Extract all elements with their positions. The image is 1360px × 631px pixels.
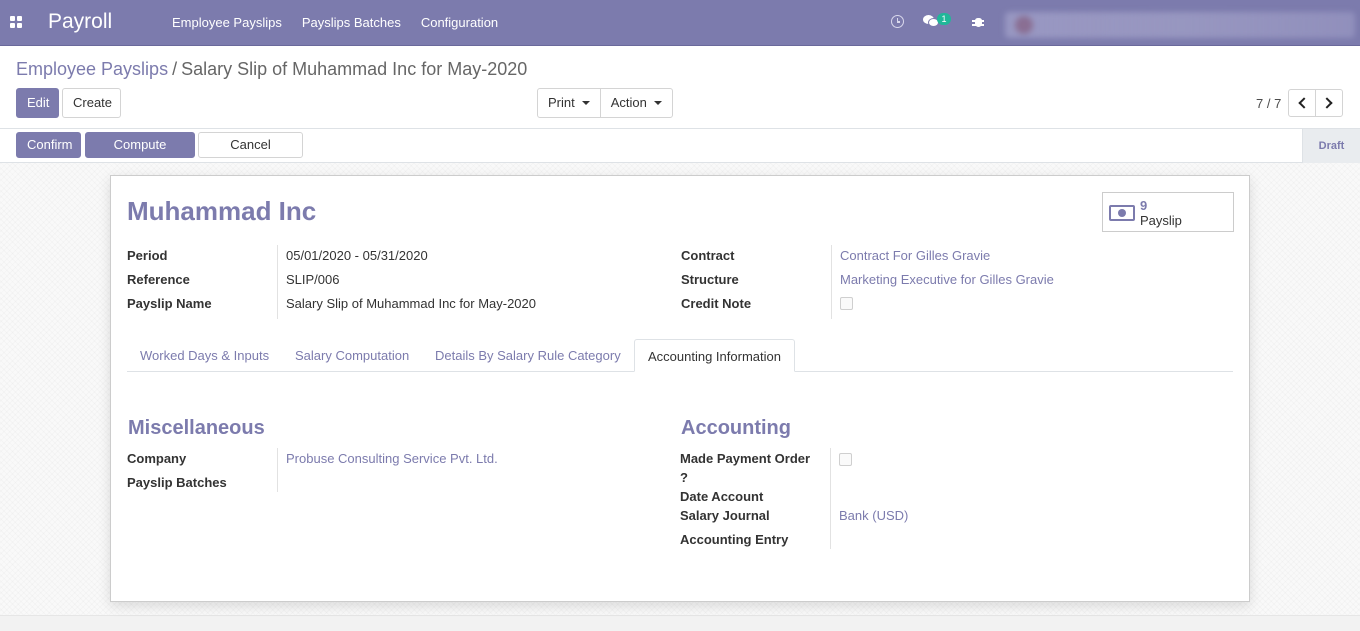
app-brand[interactable]: Payroll [48,10,112,34]
clock-icon[interactable] [891,15,904,28]
divider [277,448,278,492]
tab-details-by-category[interactable]: Details By Salary Rule Category [422,339,634,372]
menu-configuration[interactable]: Configuration [411,0,508,46]
period-label: Period [127,248,168,263]
bottom-strip [0,615,1360,631]
breadcrumb-parent[interactable]: Employee Payslips [16,59,168,79]
create-button[interactable]: Create [62,88,121,118]
messages-badge: 1 [937,13,951,25]
apps-icon[interactable] [10,16,22,28]
accounting-entry-label: Accounting Entry [680,532,789,547]
pager-value[interactable]: 7 / 7 [1256,96,1281,111]
divider [277,245,278,319]
edit-button[interactable]: Edit [16,88,59,118]
payslip-name-value[interactable]: Salary Slip of Muhammad Inc for May-2020 [286,296,536,311]
contract-link[interactable]: Contract For Gilles Gravie [840,248,990,263]
made-payment-order-label: Made Payment Order [680,451,811,466]
company-label: Company [127,451,187,466]
made-payment-order-label-cont: ? [680,470,688,485]
chevron-left-icon [1298,97,1310,109]
payslip-count: 9 [1140,198,1148,213]
structure-link[interactable]: Marketing Executive for Gilles Gravie [840,272,1054,287]
tab-salary-computation[interactable]: Salary Computation [282,339,422,372]
bug-icon[interactable] [972,15,984,28]
menu-payslips-batches[interactable]: Payslips Batches [292,0,411,46]
accounting-title: Accounting [681,417,791,439]
payslip-stat-label: Payslip [1140,213,1182,228]
control-panel: Employee Payslips / Salary Slip of Muhamma… [0,46,1360,129]
period-value[interactable]: 05/01/2020 - 05/31/2020 [286,248,428,263]
breadcrumb-separator: / [172,59,178,79]
compute-sheet-button[interactable]: Compute Sheet [85,132,195,176]
company-link[interactable]: Probuse Consulting Service Pvt. Ltd. [286,451,498,466]
print-dropdown[interactable]: Print [538,89,600,117]
structure-label: Structure [681,272,739,287]
employee-name[interactable]: Muhammad Inc [127,196,316,227]
tab-worked-days[interactable]: Worked Days & Inputs [127,339,282,372]
status-draft[interactable]: Draft [1302,129,1360,163]
sidebar-dropdowns: Print Action [537,88,673,118]
form-sheet: 9 Payslip Muhammad Inc Period Reference … [110,175,1250,602]
made-payment-order-checkbox[interactable] [839,453,852,466]
chevron-right-icon [1321,97,1333,109]
divider [830,448,831,549]
action-label: Action [610,95,647,110]
breadcrumb: Employee Payslips / Salary Slip of Muhamma… [16,59,527,80]
cancel-payslip-button[interactable]: Cancel Payslip [198,132,303,176]
miscellaneous-title: Miscellaneous [128,417,265,439]
caret-down-icon [653,101,662,105]
payslip-name-label: Payslip Name [127,296,212,311]
breadcrumb-current: Salary Slip of Muhammad Inc for May-2020 [181,59,528,79]
print-label: Print [548,95,575,110]
credit-note-checkbox[interactable] [840,297,853,310]
reference-label: Reference [127,272,190,287]
credit-note-label: Credit Note [681,296,752,311]
pager-previous-button[interactable] [1288,89,1316,117]
payslip-stat-button[interactable]: 9 Payslip [1102,192,1234,232]
salary-journal-label: Salary Journal [680,508,770,523]
reference-value[interactable]: SLIP/006 [286,272,340,287]
salary-journal-link[interactable]: Bank (USD) [839,508,908,523]
contract-label: Contract [681,248,735,263]
caret-down-icon [581,101,590,105]
main-menu: Employee Payslips Payslips Batches Confi… [162,0,508,46]
date-account-label: Date Account [680,489,764,504]
menu-employee-payslips[interactable]: Employee Payslips [162,0,292,46]
top-navbar: Payroll Employee Payslips Payslips Batch… [0,0,1360,46]
action-dropdown[interactable]: Action [599,89,672,117]
confirm-button[interactable]: Confirm [16,132,81,158]
user-menu[interactable] [1005,12,1355,38]
divider [831,245,832,319]
payslip-batches-label: Payslip Batches [127,475,227,490]
money-icon [1109,205,1135,221]
form-statusbar: Confirm Compute Sheet Cancel Payslip Dra… [0,129,1360,176]
tab-accounting-information[interactable]: Accounting Information [634,339,795,372]
pager-next-button[interactable] [1315,89,1343,117]
